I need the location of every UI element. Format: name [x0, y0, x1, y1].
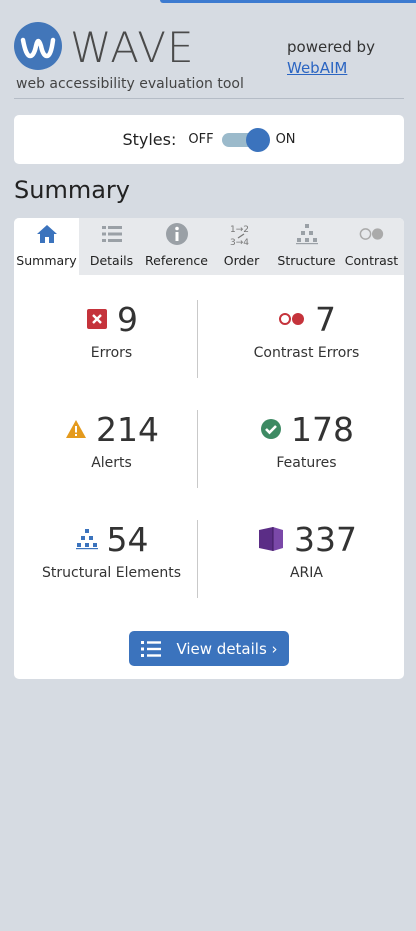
tab-bar: Summary Details Reference 1→2 3→4 Order … — [14, 218, 404, 275]
tab-label: Structure — [277, 253, 336, 268]
tab-structure[interactable]: Structure — [274, 218, 339, 275]
view-details-button[interactable]: View details › — [129, 631, 289, 666]
svg-text:1→2: 1→2 — [230, 225, 249, 235]
contrast-errors-count: 7 — [315, 299, 336, 339]
errors-count: 9 — [117, 299, 138, 339]
stat-divider — [197, 410, 198, 488]
structural-icon — [75, 527, 99, 551]
tab-summary[interactable]: Summary — [14, 218, 79, 275]
structure-icon — [294, 221, 320, 247]
stat-alerts[interactable]: 214 Alerts — [14, 385, 209, 495]
features-count: 178 — [291, 409, 354, 449]
logo-tagline: web accessibility evaluation tool — [16, 76, 244, 92]
styles-toggle-panel: Styles: OFF ON — [14, 115, 404, 164]
tab-reference[interactable]: Reference — [144, 218, 209, 275]
alert-icon — [64, 417, 88, 441]
tab-label: Reference — [145, 253, 208, 268]
powered-by-text: powered by — [287, 38, 375, 56]
logo-wordmark: WAVE — [70, 23, 195, 72]
stat-errors[interactable]: 9 Errors — [14, 275, 209, 385]
summary-stats: 9 Errors 7 Contrast Errors 214 Alerts 17… — [14, 275, 404, 605]
webaim-link[interactable]: WebAIM — [287, 59, 347, 77]
home-icon — [34, 221, 60, 247]
contrast-icon — [359, 221, 385, 247]
styles-label: Styles: — [122, 130, 177, 149]
stat-structural[interactable]: 54 Structural Elements — [14, 495, 209, 605]
feature-icon — [259, 417, 283, 441]
view-details-label: View details › — [176, 639, 278, 658]
list-icon — [140, 640, 162, 658]
wave-logo-icon — [14, 22, 62, 70]
stats-row: 54 Structural Elements 337 ARIA — [14, 495, 404, 605]
header-divider — [14, 98, 404, 99]
stats-row: 214 Alerts 178 Features — [14, 385, 404, 495]
styles-toggle-switch[interactable] — [221, 127, 270, 152]
errors-label: Errors — [90, 344, 133, 361]
stat-divider — [197, 520, 198, 598]
alerts-count: 214 — [96, 409, 159, 449]
tab-label: Order — [223, 253, 260, 268]
info-icon — [164, 221, 190, 247]
tab-label: Contrast — [344, 253, 399, 268]
svg-text:3→4: 3→4 — [230, 238, 249, 246]
toggle-off-label: OFF — [188, 132, 214, 147]
tab-label: Summary — [16, 253, 77, 268]
structural-count: 54 — [106, 519, 149, 559]
list-icon — [99, 221, 125, 247]
summary-panel: Summary Details Reference 1→2 3→4 Order … — [14, 218, 404, 679]
structural-label: Structural Elements — [42, 564, 181, 581]
contrast-errors-label: Contrast Errors — [253, 344, 360, 361]
toggle-knob[interactable] — [245, 127, 270, 152]
error-icon — [85, 307, 109, 331]
alerts-label: Alerts — [91, 454, 132, 471]
order-icon: 1→2 3→4 — [229, 221, 255, 247]
summary-heading: Summary — [14, 176, 130, 204]
stat-features[interactable]: 178 Features — [209, 385, 404, 495]
tab-label: Details — [89, 253, 134, 268]
features-label: Features — [276, 454, 337, 471]
contrast-error-icon — [277, 307, 307, 331]
aria-icon — [256, 524, 286, 554]
tab-contrast[interactable]: Contrast — [339, 218, 404, 275]
toggle-on-label: ON — [275, 132, 296, 147]
stats-row: 9 Errors 7 Contrast Errors — [14, 275, 404, 385]
header: WAVE web accessibility evaluation tool p… — [0, 0, 416, 100]
stat-divider — [197, 300, 198, 378]
aria-label: ARIA — [289, 564, 323, 581]
stat-aria[interactable]: 337 ARIA — [209, 495, 404, 605]
tab-details[interactable]: Details — [79, 218, 144, 275]
aria-count: 337 — [294, 519, 357, 559]
stat-contrast-errors[interactable]: 7 Contrast Errors — [209, 275, 404, 385]
tab-order[interactable]: 1→2 3→4 Order — [209, 218, 274, 275]
